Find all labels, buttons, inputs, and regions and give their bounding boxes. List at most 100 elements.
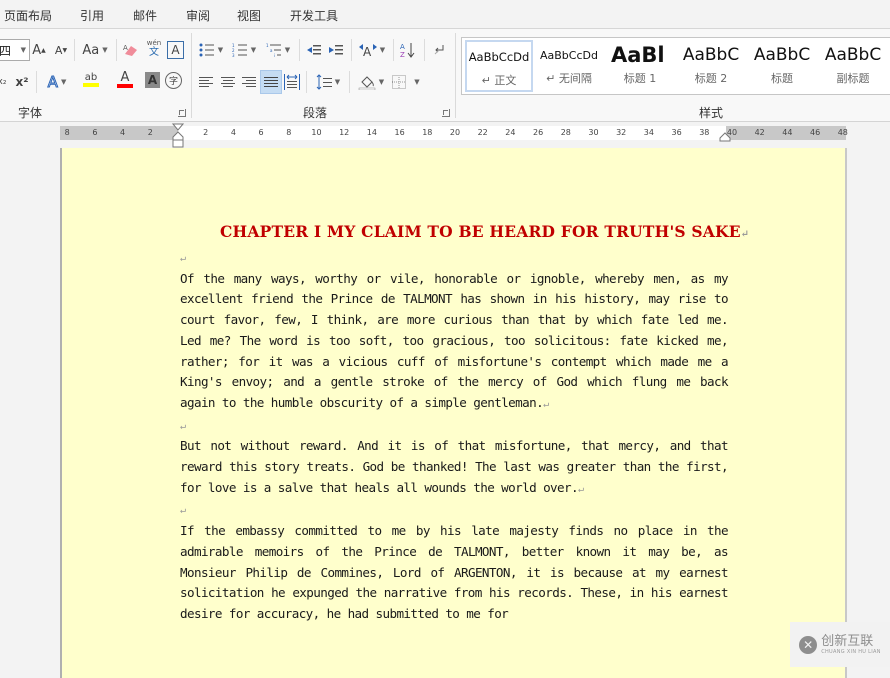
change-case-button[interactable]: Aa ▼: [80, 39, 110, 61]
watermark-subtext: CHUANG XIN HU LIAN: [821, 648, 881, 655]
style-subtitle[interactable]: AaBbC 副标题: [820, 40, 886, 90]
ruler-tick-label: 10: [311, 128, 322, 137]
font-dialog-launcher-icon[interactable]: [178, 109, 186, 117]
watermark-text: 创新互联: [821, 633, 874, 649]
bullet-list-icon: [199, 43, 214, 57]
tab-references[interactable]: 引用: [80, 7, 104, 24]
watermark: ✕ 创新互联 CHUANG XIN HU LIAN: [790, 622, 890, 667]
paragraph: Of the many ways, worthy or vile, honora…: [180, 269, 729, 416]
style-sample: AaBbC: [824, 45, 882, 65]
right-indent-marker[interactable]: [719, 132, 731, 142]
style-heading-1[interactable]: AaBl 标题 1: [607, 40, 673, 90]
style-sample: AaBbCcDd: [540, 48, 598, 62]
highlight-button[interactable]: ab: [76, 69, 106, 91]
ruler-tick-label: 6: [92, 128, 98, 137]
ruler-tick-label: 32: [616, 128, 627, 137]
char-border-icon: A: [171, 43, 180, 57]
ruler-tick-label: 8: [64, 128, 70, 137]
paragraph-mark-icon: ↵: [543, 398, 549, 410]
superscript-button[interactable]: x²: [14, 71, 30, 93]
tab-review[interactable]: 审阅: [186, 7, 210, 24]
tab-page-layout[interactable]: 页面布局: [4, 7, 52, 24]
increase-indent-button[interactable]: [327, 39, 345, 61]
enclose-characters-button[interactable]: 字: [165, 72, 182, 89]
style-name: 标题: [771, 72, 793, 85]
divider: [393, 39, 394, 61]
font-color-icon: A: [120, 70, 130, 85]
tab-developer[interactable]: 开发工具: [290, 7, 338, 24]
align-left-button[interactable]: [197, 71, 215, 93]
svg-text:3: 3: [232, 53, 235, 57]
tab-view[interactable]: 视图: [237, 7, 261, 24]
style-name: ↵ 无间隔: [546, 72, 592, 85]
style-name: ↵ 正文: [481, 74, 517, 87]
shading-button[interactable]: ▼: [355, 71, 387, 93]
ruler-tick-label: 6: [258, 128, 264, 137]
sort-button[interactable]: AZ: [398, 39, 418, 61]
chinese-layout-button[interactable]: A ▼: [357, 39, 387, 61]
align-right-button[interactable]: [240, 71, 258, 93]
grow-font-button[interactable]: A ▲: [31, 39, 47, 61]
increase-indent-icon: [329, 45, 343, 55]
distributed-icon: [284, 74, 300, 90]
svg-text:A: A: [400, 43, 405, 51]
svg-text:1: 1: [266, 43, 269, 48]
paragraph-mark-icon: ↵: [577, 483, 584, 495]
paragraph-dialog-launcher-icon[interactable]: [442, 109, 450, 117]
distributed-button[interactable]: [283, 71, 301, 93]
tab-mailings[interactable]: 邮件: [133, 7, 157, 24]
decrease-indent-icon: [307, 45, 321, 55]
style-title[interactable]: AaBbC 标题: [749, 40, 815, 90]
clear-formatting-button[interactable]: A: [122, 39, 140, 61]
align-center-button[interactable]: [219, 71, 237, 93]
superscript-icon: x²: [15, 75, 29, 89]
style-heading-2[interactable]: AaBbC 标题 2: [678, 40, 744, 90]
subscript-button[interactable]: x₂: [0, 71, 6, 93]
show-marks-button[interactable]: [430, 39, 448, 61]
style-no-spacing[interactable]: AaBbCcDd ↵ 无间隔: [536, 40, 602, 90]
phonetic-guide-button[interactable]: wén 文: [145, 37, 163, 59]
divider: [351, 39, 352, 61]
justify-button[interactable]: [260, 70, 282, 94]
bullets-button[interactable]: ▼: [197, 39, 225, 61]
numbering-button[interactable]: 1 2 3 ▼: [230, 39, 258, 61]
svg-text:A: A: [123, 44, 128, 52]
text-effects-button[interactable]: A ▼: [44, 71, 70, 93]
paragraph-mark-icon: ↵: [180, 420, 187, 432]
ruler-tick-label: 44: [782, 128, 793, 137]
chapter-title-text: CHAPTER I MY CLAIM TO BE HEARD FOR TRUTH…: [220, 222, 741, 241]
font-color-button[interactable]: A: [110, 69, 140, 91]
divider: [116, 39, 117, 61]
character-shading-button[interactable]: A: [145, 72, 160, 88]
paragraph-text: If the embassy committed to me by his la…: [180, 523, 729, 621]
borders-button[interactable]: ▼: [390, 71, 422, 93]
justify-icon: [264, 77, 278, 87]
document-body[interactable]: CHAPTER I MY CLAIM TO BE HEARD FOR TRUTH…: [180, 222, 749, 625]
sort-icon: AZ: [400, 43, 415, 58]
style-sample: AaBbC: [753, 45, 811, 65]
ruler-tick-label: 2: [203, 128, 209, 137]
ruler-tick-label: 12: [339, 128, 350, 137]
character-border-button[interactable]: A: [167, 41, 184, 59]
decrease-indent-button[interactable]: [305, 39, 323, 61]
document-page[interactable]: CHAPTER I MY CLAIM TO BE HEARD FOR TRUTH…: [60, 148, 847, 678]
ribbon-tab-bar: 页面布局 引用 邮件 审阅 视图 开发工具: [0, 0, 890, 29]
font-size-select[interactable]: 四 ▼: [0, 39, 30, 61]
ruler-tick-label: 34: [643, 128, 654, 137]
paragraph-mark-icon: ↵: [180, 253, 187, 264]
paragraph-mark-icon: ↵: [180, 505, 187, 517]
highlight-color-bar: [83, 83, 99, 87]
divider: [74, 39, 75, 61]
style-sample: AaBbC: [682, 45, 740, 65]
style-normal[interactable]: AaBbCcDd ↵ 正文: [465, 40, 533, 92]
chevron-down-icon: ▼: [20, 46, 26, 54]
multilevel-list-button[interactable]: 1 a i ▼: [263, 39, 293, 61]
first-line-indent-marker[interactable]: [172, 123, 184, 149]
line-spacing-button[interactable]: ▼: [313, 71, 343, 93]
ruler-tick-label: 24: [505, 128, 516, 137]
divider: [349, 71, 350, 93]
shrink-font-icon: A: [54, 43, 63, 57]
shrink-font-button[interactable]: A ▼: [53, 39, 69, 61]
style-sample: AaBl: [611, 43, 665, 67]
svg-text:i: i: [274, 53, 275, 57]
